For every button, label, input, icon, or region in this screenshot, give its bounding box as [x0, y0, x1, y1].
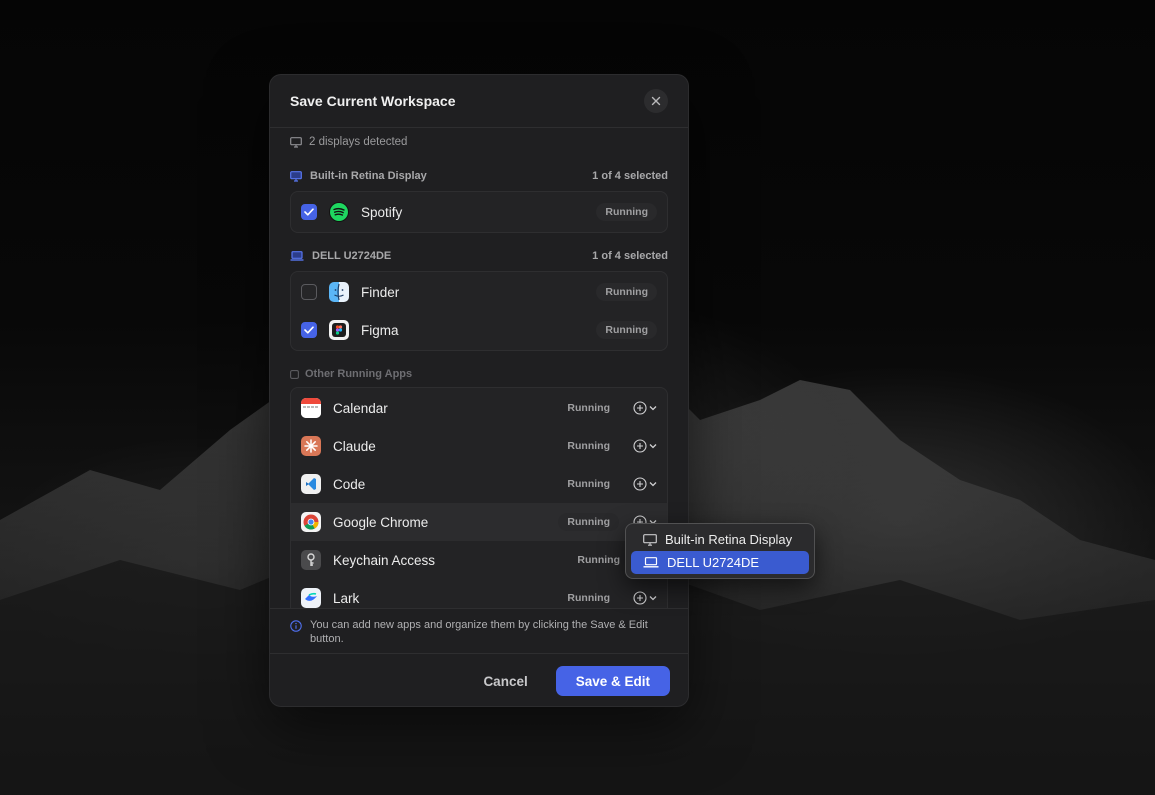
selection-count: 1 of 4 selected [592, 250, 668, 262]
other-apps-header: Other Running Apps [290, 363, 668, 385]
status-badge: Running [596, 321, 657, 339]
status-badge: Running [567, 478, 610, 490]
other-app-row-claude[interactable]: Claude Running [291, 427, 667, 465]
status-badge: Running [567, 440, 610, 452]
info-icon [290, 620, 302, 632]
dialog-footer: Cancel Save & Edit [270, 654, 688, 706]
monitor-icon [643, 533, 657, 546]
keychain-icon [301, 550, 321, 570]
calendar-icon [301, 398, 321, 418]
assign-display-button[interactable] [633, 401, 657, 415]
chrome-icon [301, 512, 321, 532]
app-row-finder[interactable]: Finder Running [291, 273, 667, 311]
section-builtin-display: Built-in Retina Display 1 of 4 selected [290, 165, 668, 187]
app-row-spotify[interactable]: Spotify Running [291, 193, 667, 231]
laptop-icon [290, 251, 304, 261]
close-button[interactable] [644, 89, 668, 113]
app-row-figma[interactable]: Figma Running [291, 311, 667, 349]
menu-option-label: DELL U2724DE [667, 555, 760, 570]
square-icon [290, 369, 299, 379]
app-group-dell: Finder Running Figma Running [290, 271, 668, 351]
assign-display-button[interactable] [633, 591, 657, 605]
app-name: Claude [333, 438, 376, 454]
laptop-icon [643, 557, 659, 568]
claude-icon [301, 436, 321, 456]
status-badge: Running [596, 203, 657, 221]
other-apps-title: Other Running Apps [305, 368, 413, 380]
checkmark-icon [304, 208, 314, 216]
dialog-title: Save Current Workspace [290, 93, 456, 109]
menu-option-label: Built-in Retina Display [665, 532, 793, 547]
plus-circle-icon [633, 439, 647, 453]
app-name: Keychain Access [333, 552, 436, 568]
displays-detected: 2 displays detected [290, 131, 668, 153]
finder-icon [329, 282, 349, 302]
plus-circle-icon [633, 401, 647, 415]
section-dell-display: DELL U2724DE 1 of 4 selected [290, 245, 668, 267]
info-note: You can add new apps and organize them b… [270, 608, 688, 654]
dialog-header: Save Current Workspace [270, 75, 688, 128]
other-apps-list: Calendar Running Claude Running Code Run… [290, 387, 668, 608]
selection-count: 1 of 4 selected [592, 170, 668, 182]
checkmark-icon [304, 326, 314, 334]
app-name: Code [333, 476, 366, 492]
info-text: You can add new apps and organize them b… [310, 619, 648, 645]
app-name: Figma [361, 322, 399, 338]
other-app-row-lark[interactable]: Lark Running [291, 579, 667, 608]
status-badge: Running [567, 402, 610, 414]
status-badge: Running [567, 592, 610, 604]
cancel-button[interactable]: Cancel [479, 668, 531, 695]
assign-display-button[interactable] [633, 439, 657, 453]
app-name: Finder [361, 284, 400, 300]
chevron-down-icon [649, 406, 657, 411]
status-badge: Running [558, 513, 619, 531]
monitor-icon [290, 170, 302, 182]
app-checkbox[interactable] [301, 204, 317, 220]
other-app-row-calendar[interactable]: Calendar Running [291, 389, 667, 427]
save-workspace-dialog: Save Current Workspace 2 displays detect… [269, 74, 689, 707]
app-checkbox[interactable] [301, 284, 317, 300]
app-name: Calendar [333, 400, 388, 416]
status-badge: Running [596, 283, 657, 301]
figma-icon [329, 320, 349, 340]
plus-circle-icon [633, 477, 647, 491]
section-title: DELL U2724DE [312, 250, 392, 262]
displays-detected-text: 2 displays detected [309, 136, 408, 148]
other-app-row-chrome[interactable]: Google Chrome Running [291, 503, 667, 541]
assign-display-button[interactable] [633, 477, 657, 491]
spotify-icon [329, 202, 349, 222]
lark-icon [301, 588, 321, 608]
app-name: Google Chrome [333, 514, 429, 530]
monitor-icon [290, 136, 302, 148]
section-title: Built-in Retina Display [310, 170, 427, 182]
app-name: Spotify [361, 204, 403, 220]
other-app-row-code[interactable]: Code Running [291, 465, 667, 503]
save-and-edit-button[interactable]: Save & Edit [555, 666, 670, 696]
chevron-down-icon [649, 444, 657, 449]
menu-option-dell-display[interactable]: DELL U2724DE [631, 551, 809, 574]
menu-option-builtin-display[interactable]: Built-in Retina Display [631, 528, 809, 551]
chevron-down-icon [649, 596, 657, 601]
app-group-builtin: Spotify Running [290, 191, 668, 233]
status-badge: Running [577, 554, 620, 566]
close-icon [651, 96, 661, 106]
vscode-icon [301, 474, 321, 494]
chevron-down-icon [649, 482, 657, 487]
display-picker-menu: Built-in Retina Display DELL U2724DE [625, 523, 815, 579]
other-app-row-keychain[interactable]: Keychain Access Running [291, 541, 667, 579]
app-name: Lark [333, 590, 360, 606]
plus-circle-icon [633, 591, 647, 605]
app-checkbox[interactable] [301, 322, 317, 338]
